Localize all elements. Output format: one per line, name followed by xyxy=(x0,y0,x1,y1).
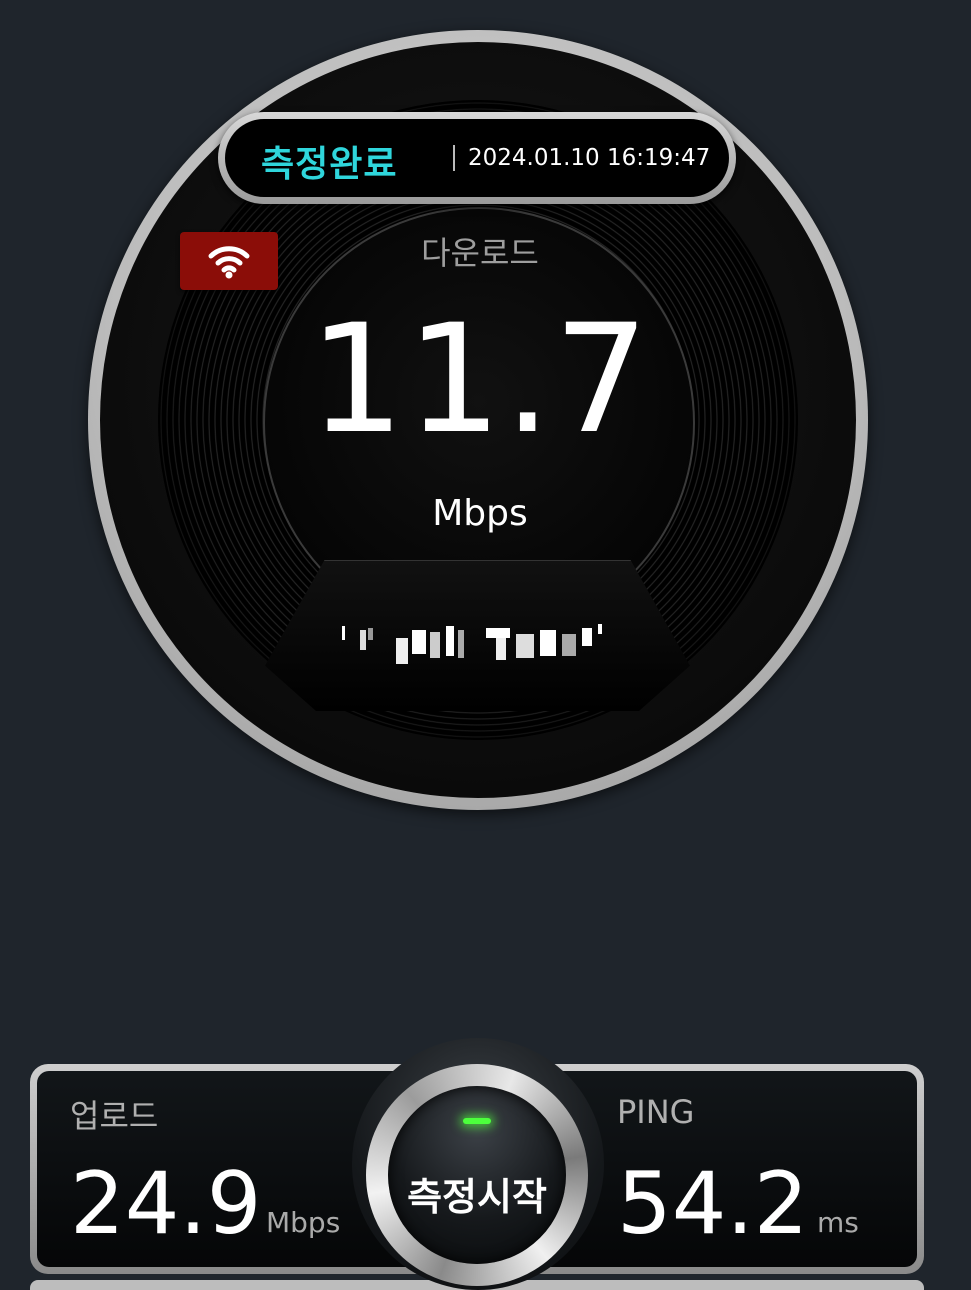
status-label: 측정완료 xyxy=(261,144,398,185)
upload-speed-value: 24.9 xyxy=(70,1154,262,1254)
status-led-icon xyxy=(463,1118,491,1124)
download-unit: Mbps xyxy=(432,493,528,534)
connection-type-badge xyxy=(180,232,278,290)
ping-value: 54.2 xyxy=(617,1154,809,1254)
status-divider xyxy=(453,145,455,171)
measurement-status-bar: 측정완료 2024.01.10 16:19:47 xyxy=(218,112,736,204)
start-measurement-button[interactable]: 측정시작 xyxy=(366,1064,588,1286)
upload-unit: Mbps xyxy=(266,1206,341,1239)
download-label: 다운로드 xyxy=(421,234,539,272)
wifi-icon xyxy=(208,246,250,279)
status-timestamp: 2024.01.10 16:19:47 xyxy=(468,145,711,171)
start-button-label: 측정시작 xyxy=(407,1175,547,1219)
ping-label: PING xyxy=(617,1093,695,1131)
download-speed-value: 11.7 xyxy=(309,293,651,467)
upload-label: 업로드 xyxy=(70,1097,159,1135)
provider-logo xyxy=(342,624,602,664)
ping-unit: ms xyxy=(817,1206,859,1239)
